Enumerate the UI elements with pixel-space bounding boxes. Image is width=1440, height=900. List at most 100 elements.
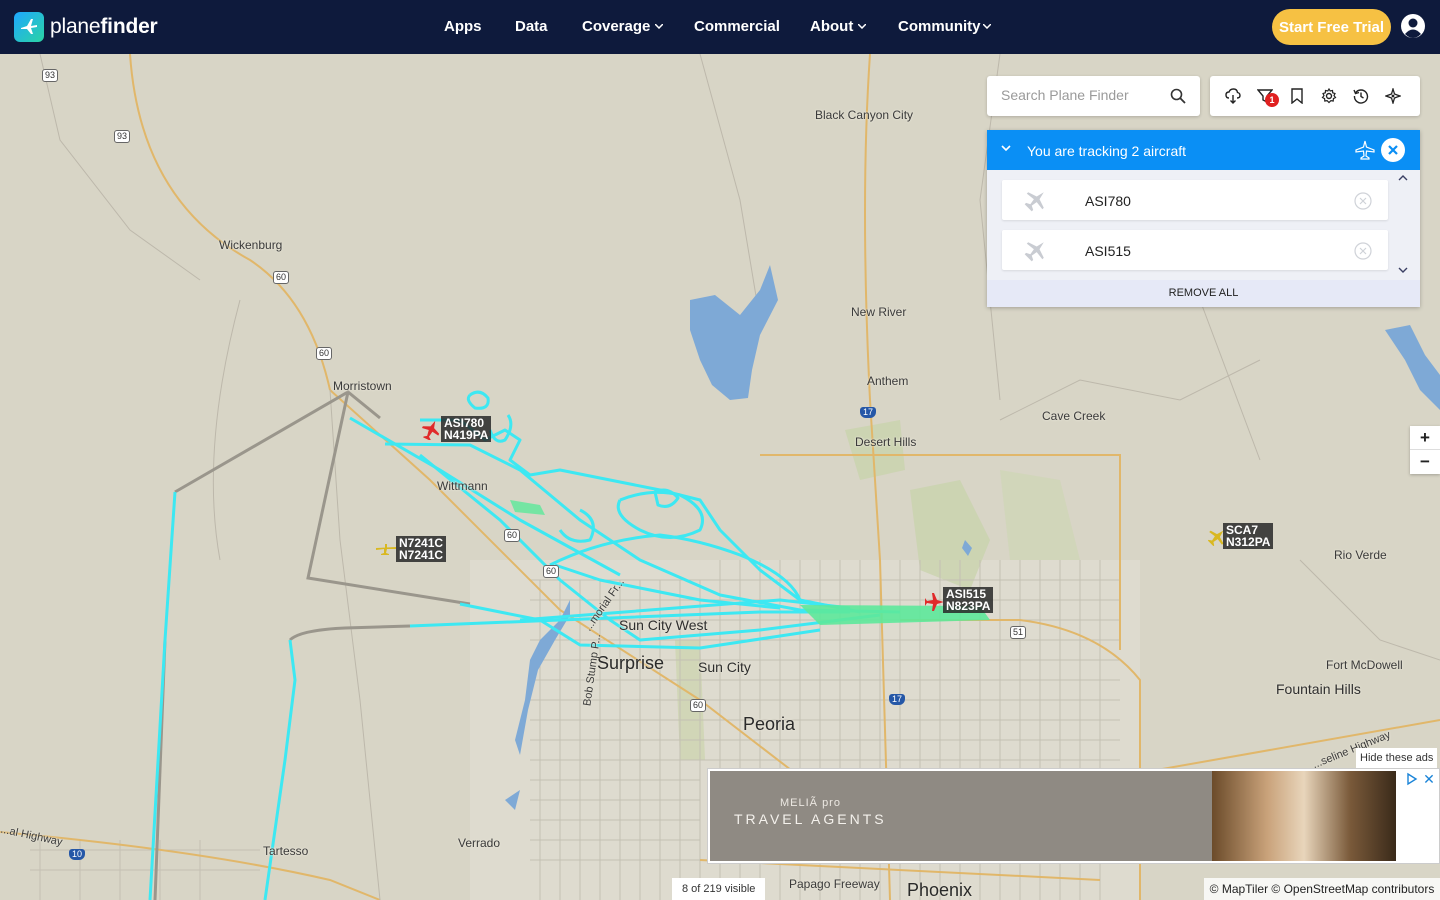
route-shield-60: 60 [316,347,333,360]
top-navigation: planefinder Apps Data Coverage Commercia… [0,0,1440,54]
aircraft-registration: N419PA [444,428,489,442]
route-shield-51: 51 [1010,626,1027,639]
scroll-down-icon[interactable] [1397,266,1409,274]
tracked-aircraft-row[interactable]: ASI515 [1002,230,1388,270]
3d-view-icon[interactable] [1385,88,1401,104]
ad-tagline: TRAVEL AGENTS [734,811,887,827]
close-tracking-button[interactable] [1381,138,1405,162]
scroll-up-icon[interactable] [1397,174,1409,182]
chevron-down-icon [858,24,867,29]
user-account-icon[interactable] [1400,13,1426,39]
place-papago-freeway: Papago Freeway [789,877,880,891]
place-verrado: Verrado [458,836,501,850]
plane-icon [1024,192,1044,212]
nav-about[interactable]: About [810,18,867,35]
logo-text: planefinder [50,15,158,39]
tracked-callsign: ASI515 [1085,243,1131,259]
nav-commercial[interactable]: Commercial [694,18,780,35]
tracking-panel-header: You are tracking 2 aircraft [987,130,1420,170]
tracked-callsign: ASI780 [1085,193,1131,209]
place-peoria: Peoria [743,714,796,734]
aircraft-asi780-label[interactable]: ASI780 N419PA [441,416,492,442]
nav-coverage[interactable]: Coverage [582,18,664,35]
search-box [987,76,1200,116]
zoom-controls: + − [1410,426,1440,474]
route-shield-93: 93 [114,130,131,143]
logo-plane-icon [14,12,44,42]
ad-choices-icon[interactable] [1404,771,1420,787]
ad-close-button[interactable]: ✕ [1421,771,1437,787]
nav-coverage-label: Coverage [582,18,651,35]
map-toolbar [1210,76,1420,116]
place-rio-verde: Rio Verde [1334,548,1387,562]
logo-suffix: finder [100,15,158,38]
aircraft-asi515-icon[interactable] [925,592,943,612]
tracking-panel: You are tracking 2 aircraft ASI780 ASI51… [987,130,1420,307]
ad-text-panel: MELIÃ pro TRAVEL AGENTS [710,771,1212,861]
aircraft-n7241c-icon[interactable] [376,541,396,557]
aircraft-asi780-icon[interactable] [422,420,440,440]
bookmark-icon[interactable] [1289,88,1305,104]
chevron-down-icon[interactable] [1001,144,1011,152]
aircraft-registration: N7241C [399,548,444,562]
place-wittmann: Wittmann [437,479,488,493]
nav-about-label: About [810,18,854,35]
plane-icon [1024,242,1044,262]
place-cave-creek: Cave Creek [1042,409,1106,423]
search-input[interactable] [1001,87,1161,103]
settings-gear-icon[interactable] [1321,88,1337,104]
zoom-out-button[interactable]: − [1410,450,1440,474]
search-icon[interactable] [1170,88,1186,104]
tracking-title: You are tracking 2 aircraft [1027,143,1187,159]
weather-icon[interactable] [1225,88,1241,104]
tracked-aircraft-row[interactable]: ASI780 [1002,180,1388,220]
route-shield-60: 60 [273,271,290,284]
interstate-shield-17: 17 [889,694,906,705]
advertisement-banner[interactable]: MELIÃ pro TRAVEL AGENTS [707,768,1440,864]
remove-circle-icon[interactable] [1354,192,1372,210]
interstate-shield-17: 17 [860,407,877,418]
nav-community[interactable]: Community [898,18,991,35]
place-sun-city-west: Sun City West [619,617,708,633]
planefinder-logo[interactable]: planefinder [14,11,158,43]
nav-commercial-label: Commercial [694,18,780,35]
start-free-trial-label: Start Free Trial [1278,18,1385,36]
place-anthem: Anthem [867,374,909,388]
route-shield-60: 60 [543,565,560,578]
hide-ads-link[interactable]: Hide these ads [1356,748,1438,768]
aircraft-registration: N312PA [1226,535,1271,549]
place-black-canyon-city: Black Canyon City [815,108,914,122]
history-playback-icon[interactable] [1353,88,1369,104]
close-icon [1388,145,1398,155]
filter-count-badge: 1 [1265,93,1279,107]
nav-apps[interactable]: Apps [444,18,482,35]
route-shield-93: 93 [42,69,59,82]
nav-community-label: Community [898,18,981,35]
aircraft-n7241c-label[interactable]: N7241C N7241C [396,536,447,562]
aircraft-registration: N823PA [946,599,991,613]
zoom-in-button[interactable]: + [1410,426,1440,450]
aircraft-asi515-label[interactable]: ASI515 N823PA [943,587,994,613]
place-tartesso: Tartesso [263,844,309,858]
route-shield-60: 60 [690,699,707,712]
remove-circle-icon[interactable] [1354,242,1372,260]
plane-outline-icon [1355,140,1375,160]
place-desert-hills: Desert Hills [855,435,917,449]
place-fountain-hills: Fountain Hills [1276,681,1361,697]
route-shield-60: 60 [504,529,521,542]
start-free-trial-button[interactable]: Start Free Trial [1272,9,1391,45]
chevron-down-icon [982,24,991,29]
chevron-down-icon [655,24,664,29]
aircraft-sca7-label[interactable]: SCA7 N312PA [1223,523,1274,549]
nav-data-label: Data [515,18,548,35]
place-surprise: Surprise [597,653,665,673]
nav-data[interactable]: Data [515,18,548,35]
map-attribution[interactable]: © MapTiler © OpenStreetMap contributors [1204,878,1440,900]
place-fort-mcdowell: Fort McDowell [1326,658,1403,672]
remove-all-button[interactable]: REMOVE ALL [987,280,1420,307]
visible-aircraft-count: 8 of 219 visible [672,878,766,900]
place-new-river: New River [851,305,907,319]
ad-brand: MELIÃ pro [780,797,841,809]
nav-apps-label: Apps [444,18,482,35]
place-sun-city: Sun City [698,659,751,675]
